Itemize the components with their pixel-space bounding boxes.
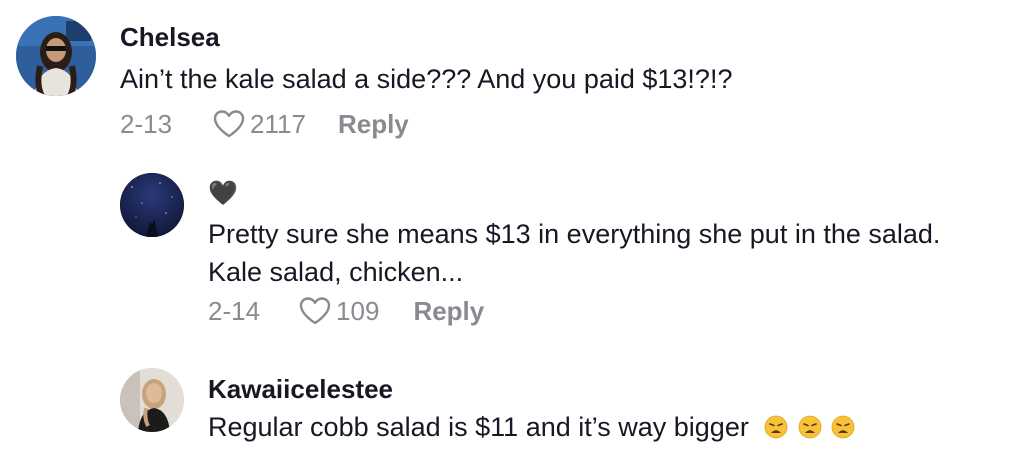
comment-date: 2-13 bbox=[120, 109, 173, 139]
like-count: 109 bbox=[336, 296, 380, 326]
weary-face-emoji-icon bbox=[798, 415, 822, 439]
avatar[interactable] bbox=[120, 368, 184, 432]
comment-item: Chelsea Ain’t the kale salad a side??? A… bbox=[16, 16, 732, 142]
comment-text-line: Pretty sure she means $13 in everything … bbox=[208, 219, 941, 249]
comment-username[interactable]: 🖤 bbox=[208, 179, 940, 209]
avatar[interactable] bbox=[120, 173, 184, 237]
comment-meta: 2-14 109 Reply bbox=[208, 293, 940, 329]
user-photo-avatar-icon bbox=[16, 16, 96, 96]
heart-icon[interactable] bbox=[212, 109, 246, 139]
comment-username[interactable]: Chelsea bbox=[120, 22, 732, 52]
comment-text: Regular cobb salad is $11 and it’s way b… bbox=[208, 412, 749, 442]
weary-face-emoji-icon bbox=[831, 415, 855, 439]
heart-icon[interactable] bbox=[298, 296, 332, 326]
reply-button[interactable]: Reply bbox=[413, 293, 484, 329]
emoji-group bbox=[762, 412, 855, 442]
night-sky-avatar-icon bbox=[120, 173, 184, 237]
comment-meta: 2-13 2117 Reply bbox=[120, 106, 732, 142]
comment-text: Ain’t the kale salad a side??? And you p… bbox=[120, 64, 733, 94]
comment-username[interactable]: Kawaiicelestee bbox=[208, 374, 855, 404]
like-control[interactable]: 109 bbox=[298, 293, 379, 329]
comment-text-row: Regular cobb salad is $11 and it’s way b… bbox=[208, 408, 855, 446]
comment-item: Kawaiicelestee Regular cobb salad is $11… bbox=[120, 368, 855, 446]
comment-text-line: Kale salad, chicken... bbox=[208, 257, 464, 287]
like-control[interactable]: 2117 bbox=[212, 106, 306, 142]
comment-item: 🖤 Pretty sure she means $13 in everythin… bbox=[120, 173, 940, 329]
weary-face-emoji-icon bbox=[764, 415, 788, 439]
comment-date: 2-14 bbox=[208, 296, 261, 326]
avatar[interactable] bbox=[16, 16, 96, 96]
user-photo-avatar-icon bbox=[120, 368, 184, 432]
like-count: 2117 bbox=[250, 109, 306, 139]
reply-button[interactable]: Reply bbox=[338, 106, 409, 142]
